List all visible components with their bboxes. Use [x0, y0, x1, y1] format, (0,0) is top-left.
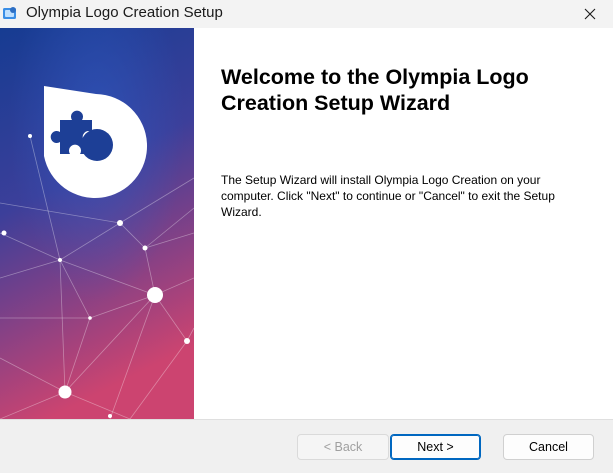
wizard-content: Welcome to the Olympia Logo Creation Set… — [0, 28, 613, 419]
close-icon — [584, 5, 596, 24]
back-button[interactable]: < Back — [297, 434, 389, 460]
welcome-heading: Welcome to the Olympia Logo Creation Set… — [221, 65, 529, 115]
welcome-description: The Setup Wizard will install Olympia Lo… — [221, 173, 555, 219]
window-title: Olympia Logo Creation Setup — [26, 4, 223, 21]
footer-divider — [0, 419, 613, 420]
setup-window: Olympia Logo Creation Setup Welcome to t… — [0, 0, 613, 473]
cancel-button[interactable]: Cancel — [503, 434, 594, 460]
installer-icon — [2, 5, 18, 21]
title-bar[interactable]: Olympia Logo Creation Setup — [0, 0, 613, 28]
next-button[interactable]: Next > — [390, 434, 481, 460]
close-button[interactable] — [567, 0, 613, 28]
wizard-banner — [0, 28, 194, 419]
